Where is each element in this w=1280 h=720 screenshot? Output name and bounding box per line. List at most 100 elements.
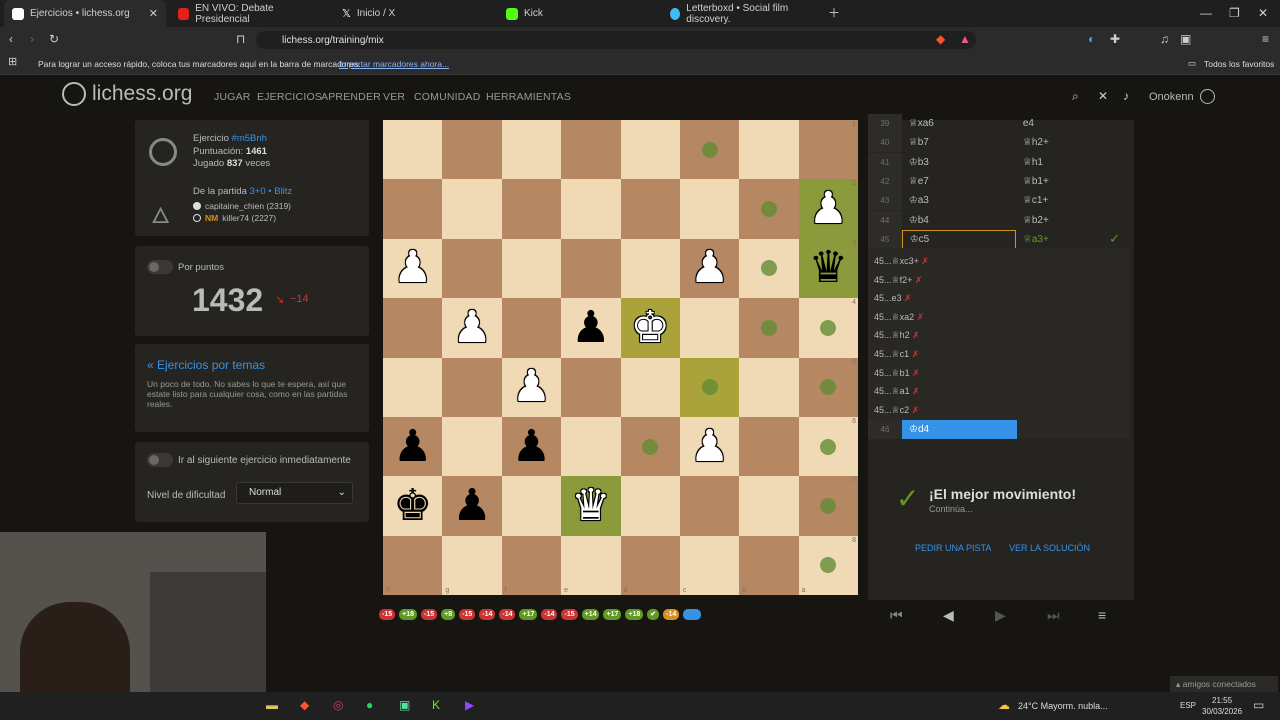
white-move[interactable]: ♕xa6: [902, 118, 1016, 129]
board-square[interactable]: f: [501, 535, 562, 595]
variation[interactable]: 45...♕f2+ ✗: [874, 275, 922, 286]
board-square[interactable]: [679, 179, 740, 239]
variation[interactable]: 45...♕b1 ✗: [874, 368, 920, 379]
board-square[interactable]: ♛ 3: [798, 238, 858, 299]
board-square[interactable]: [620, 238, 680, 299]
close-icon[interactable]: ✕: [149, 7, 158, 20]
board-square[interactable]: d: [620, 535, 680, 595]
board-square[interactable]: [501, 120, 562, 180]
nav-community[interactable]: COMUNIDAD: [414, 91, 481, 103]
board-square[interactable]: [442, 416, 502, 477]
black-move[interactable]: ♕h1: [1016, 157, 1130, 168]
url-field[interactable]: lichess.org/training/mix: [256, 31, 976, 49]
board-square[interactable]: [739, 238, 799, 299]
white-move[interactable]: ♔b3: [902, 157, 1016, 168]
board-square[interactable]: [620, 179, 680, 239]
board-square[interactable]: [561, 416, 621, 477]
board-square[interactable]: ♟: [679, 416, 740, 477]
tab-kick[interactable]: Kick: [498, 0, 658, 27]
white-move[interactable]: ♔b4: [902, 215, 1016, 226]
black-move[interactable]: ♕h2+: [1016, 137, 1130, 148]
current-move[interactable]: ♔d4: [902, 420, 1017, 439]
black-move[interactable]: ♕c1+: [1016, 195, 1130, 206]
clock-time[interactable]: 21:55: [1212, 696, 1232, 705]
variation[interactable]: 45...♕c2 ✗: [874, 405, 919, 416]
first-move-icon[interactable]: ⏮: [890, 607, 903, 624]
history-badge[interactable]: [683, 609, 702, 620]
close-window-icon[interactable]: ✕: [1258, 7, 1268, 19]
history-badge[interactable]: -14: [499, 609, 516, 620]
board-square[interactable]: [739, 416, 799, 477]
board-square[interactable]: 8a: [798, 535, 858, 595]
history-badge[interactable]: -14: [663, 609, 680, 620]
white-player[interactable]: capitaine_chien (2319): [205, 201, 291, 211]
variation[interactable]: 45...e3 ✗: [874, 293, 912, 304]
board-square[interactable]: [620, 357, 680, 417]
board-square[interactable]: [739, 298, 799, 358]
board-square[interactable]: [561, 238, 621, 299]
board-square[interactable]: [739, 357, 799, 417]
board-square[interactable]: e: [561, 535, 621, 595]
board-square[interactable]: ♛: [561, 476, 621, 536]
board-square[interactable]: [442, 238, 502, 299]
reload-icon[interactable]: ↻: [49, 33, 59, 45]
board-square[interactable]: [383, 357, 443, 417]
board-square[interactable]: [501, 298, 562, 358]
last-move-icon[interactable]: ⏭: [1047, 607, 1060, 624]
board-square[interactable]: h: [383, 535, 443, 595]
site-logo[interactable]: lichess.org: [62, 82, 192, 106]
brave-icon[interactable]: ◆: [300, 699, 309, 711]
black-pawn[interactable]: ♟: [571, 305, 610, 350]
history-badge[interactable]: -15: [561, 609, 578, 620]
board-square[interactable]: ♟: [501, 357, 562, 417]
board-square[interactable]: [383, 120, 443, 180]
search-icon[interactable]: ⌕: [1072, 90, 1079, 102]
black-pawn[interactable]: ♟: [452, 483, 491, 528]
instagram-icon[interactable]: ◎: [333, 699, 343, 711]
board-square[interactable]: [620, 476, 680, 536]
white-pawn[interactable]: ♟: [690, 246, 729, 290]
black-move[interactable]: ♕b1+: [1016, 176, 1130, 187]
history-badge[interactable]: -14: [541, 609, 558, 620]
board-square[interactable]: [739, 120, 799, 180]
variation[interactable]: 45...♕h2 ✗: [874, 330, 920, 341]
board-square[interactable]: [739, 476, 799, 536]
difficulty-select[interactable]: Normal ⌄: [236, 482, 353, 504]
apps-icon[interactable]: ⊞: [8, 57, 17, 68]
tab-lichess[interactable]: Ejercicios • lichess.org ✕: [4, 0, 166, 27]
board-square[interactable]: 5: [798, 357, 858, 417]
clock-date[interactable]: 30/03/2026: [1202, 707, 1242, 716]
black-move[interactable]: e4: [1016, 118, 1130, 129]
minimize-icon[interactable]: —: [1200, 7, 1212, 19]
white-move[interactable]: ♕b7: [902, 137, 1016, 148]
board-square[interactable]: 6: [798, 416, 858, 477]
bell-icon[interactable]: ♪: [1123, 90, 1129, 102]
history-badge[interactable]: +17: [603, 609, 622, 620]
board-square[interactable]: [383, 179, 443, 239]
username[interactable]: Onokenn: [1149, 91, 1194, 103]
points-toggle[interactable]: [147, 260, 173, 274]
board-square[interactable]: ♟: [383, 238, 443, 299]
kick-icon[interactable]: K: [432, 699, 440, 711]
history-badge[interactable]: +17: [519, 609, 538, 620]
board-square[interactable]: [739, 179, 799, 239]
board-square[interactable]: [679, 357, 740, 417]
history-badge[interactable]: -15: [459, 609, 476, 620]
game-link[interactable]: 3+0 • Blitz: [250, 186, 293, 197]
weather-text[interactable]: 24°C Mayorm. nubla...: [1018, 701, 1108, 711]
white-pawn[interactable]: ♟: [452, 305, 491, 350]
board-square[interactable]: [620, 120, 680, 180]
board-square[interactable]: [679, 476, 740, 536]
history-badge[interactable]: -15: [421, 609, 438, 620]
history-badge[interactable]: -14: [479, 609, 496, 620]
board-square[interactable]: [501, 179, 562, 239]
board-square[interactable]: ♚: [620, 298, 680, 358]
new-tab-icon[interactable]: ＋: [828, 7, 840, 19]
tab-x[interactable]: 𝕏 Inicio / X: [334, 0, 494, 27]
white-move[interactable]: ♔c5: [901, 229, 1016, 249]
board-square[interactable]: [620, 416, 680, 477]
all-bookmarks-link[interactable]: Todos los favoritos: [1204, 59, 1274, 69]
nav-tools[interactable]: HERRAMIENTAS: [486, 91, 571, 103]
board-square[interactable]: [442, 179, 502, 239]
next-puzzle-toggle[interactable]: [147, 453, 173, 467]
